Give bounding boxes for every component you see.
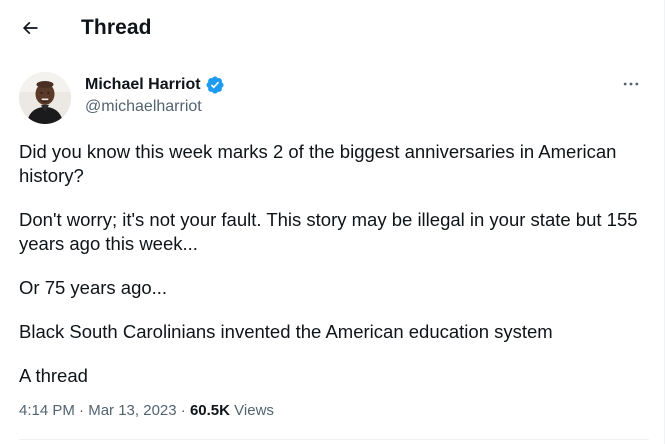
views-count: 60.5K — [189, 402, 230, 419]
page-title: Thread — [81, 16, 152, 39]
more-horizontal-icon — [623, 82, 639, 86]
thread-page: Thread Michael Harriot @michaelharriot D… — [0, 0, 665, 444]
tweet-paragraph: Or 75 years ago... — [19, 277, 168, 298]
tweet-paragraph: Black South Carolinians invented the Ame… — [19, 321, 553, 342]
author-name-row: Michael Harriot — [85, 74, 225, 96]
tweet-date[interactable]: Mar 13, 2023 — [88, 402, 176, 419]
author-name[interactable]: Michael Harriot — [85, 75, 201, 95]
back-button[interactable] — [12, 10, 48, 46]
meta-separator: · — [79, 402, 85, 419]
tweet-time[interactable]: 4:14 PM — [19, 402, 75, 419]
more-options-button[interactable] — [615, 70, 647, 98]
tweet-paragraph: Don't worry; it's not your fault. This s… — [19, 209, 643, 254]
tweet-paragraph: Did you know this week marks 2 of the bi… — [19, 141, 622, 186]
profile-photo — [19, 72, 71, 124]
tweet-text: Did you know this week marks 2 of the bi… — [19, 140, 649, 408]
author-handle[interactable]: @michaelharriot — [85, 97, 202, 117]
tweet-meta: 4:14 PM · Mar 13, 2023 · 60.5K Views — [19, 401, 274, 421]
arrow-left-icon — [22, 21, 38, 35]
meta-separator: · — [180, 402, 186, 419]
avatar[interactable] — [19, 72, 71, 124]
views-label: Views — [234, 402, 274, 419]
tweet-paragraph: A thread — [19, 365, 88, 386]
divider — [19, 439, 649, 440]
thread-header: Thread — [0, 0, 664, 56]
verified-badge-icon — [206, 76, 224, 94]
